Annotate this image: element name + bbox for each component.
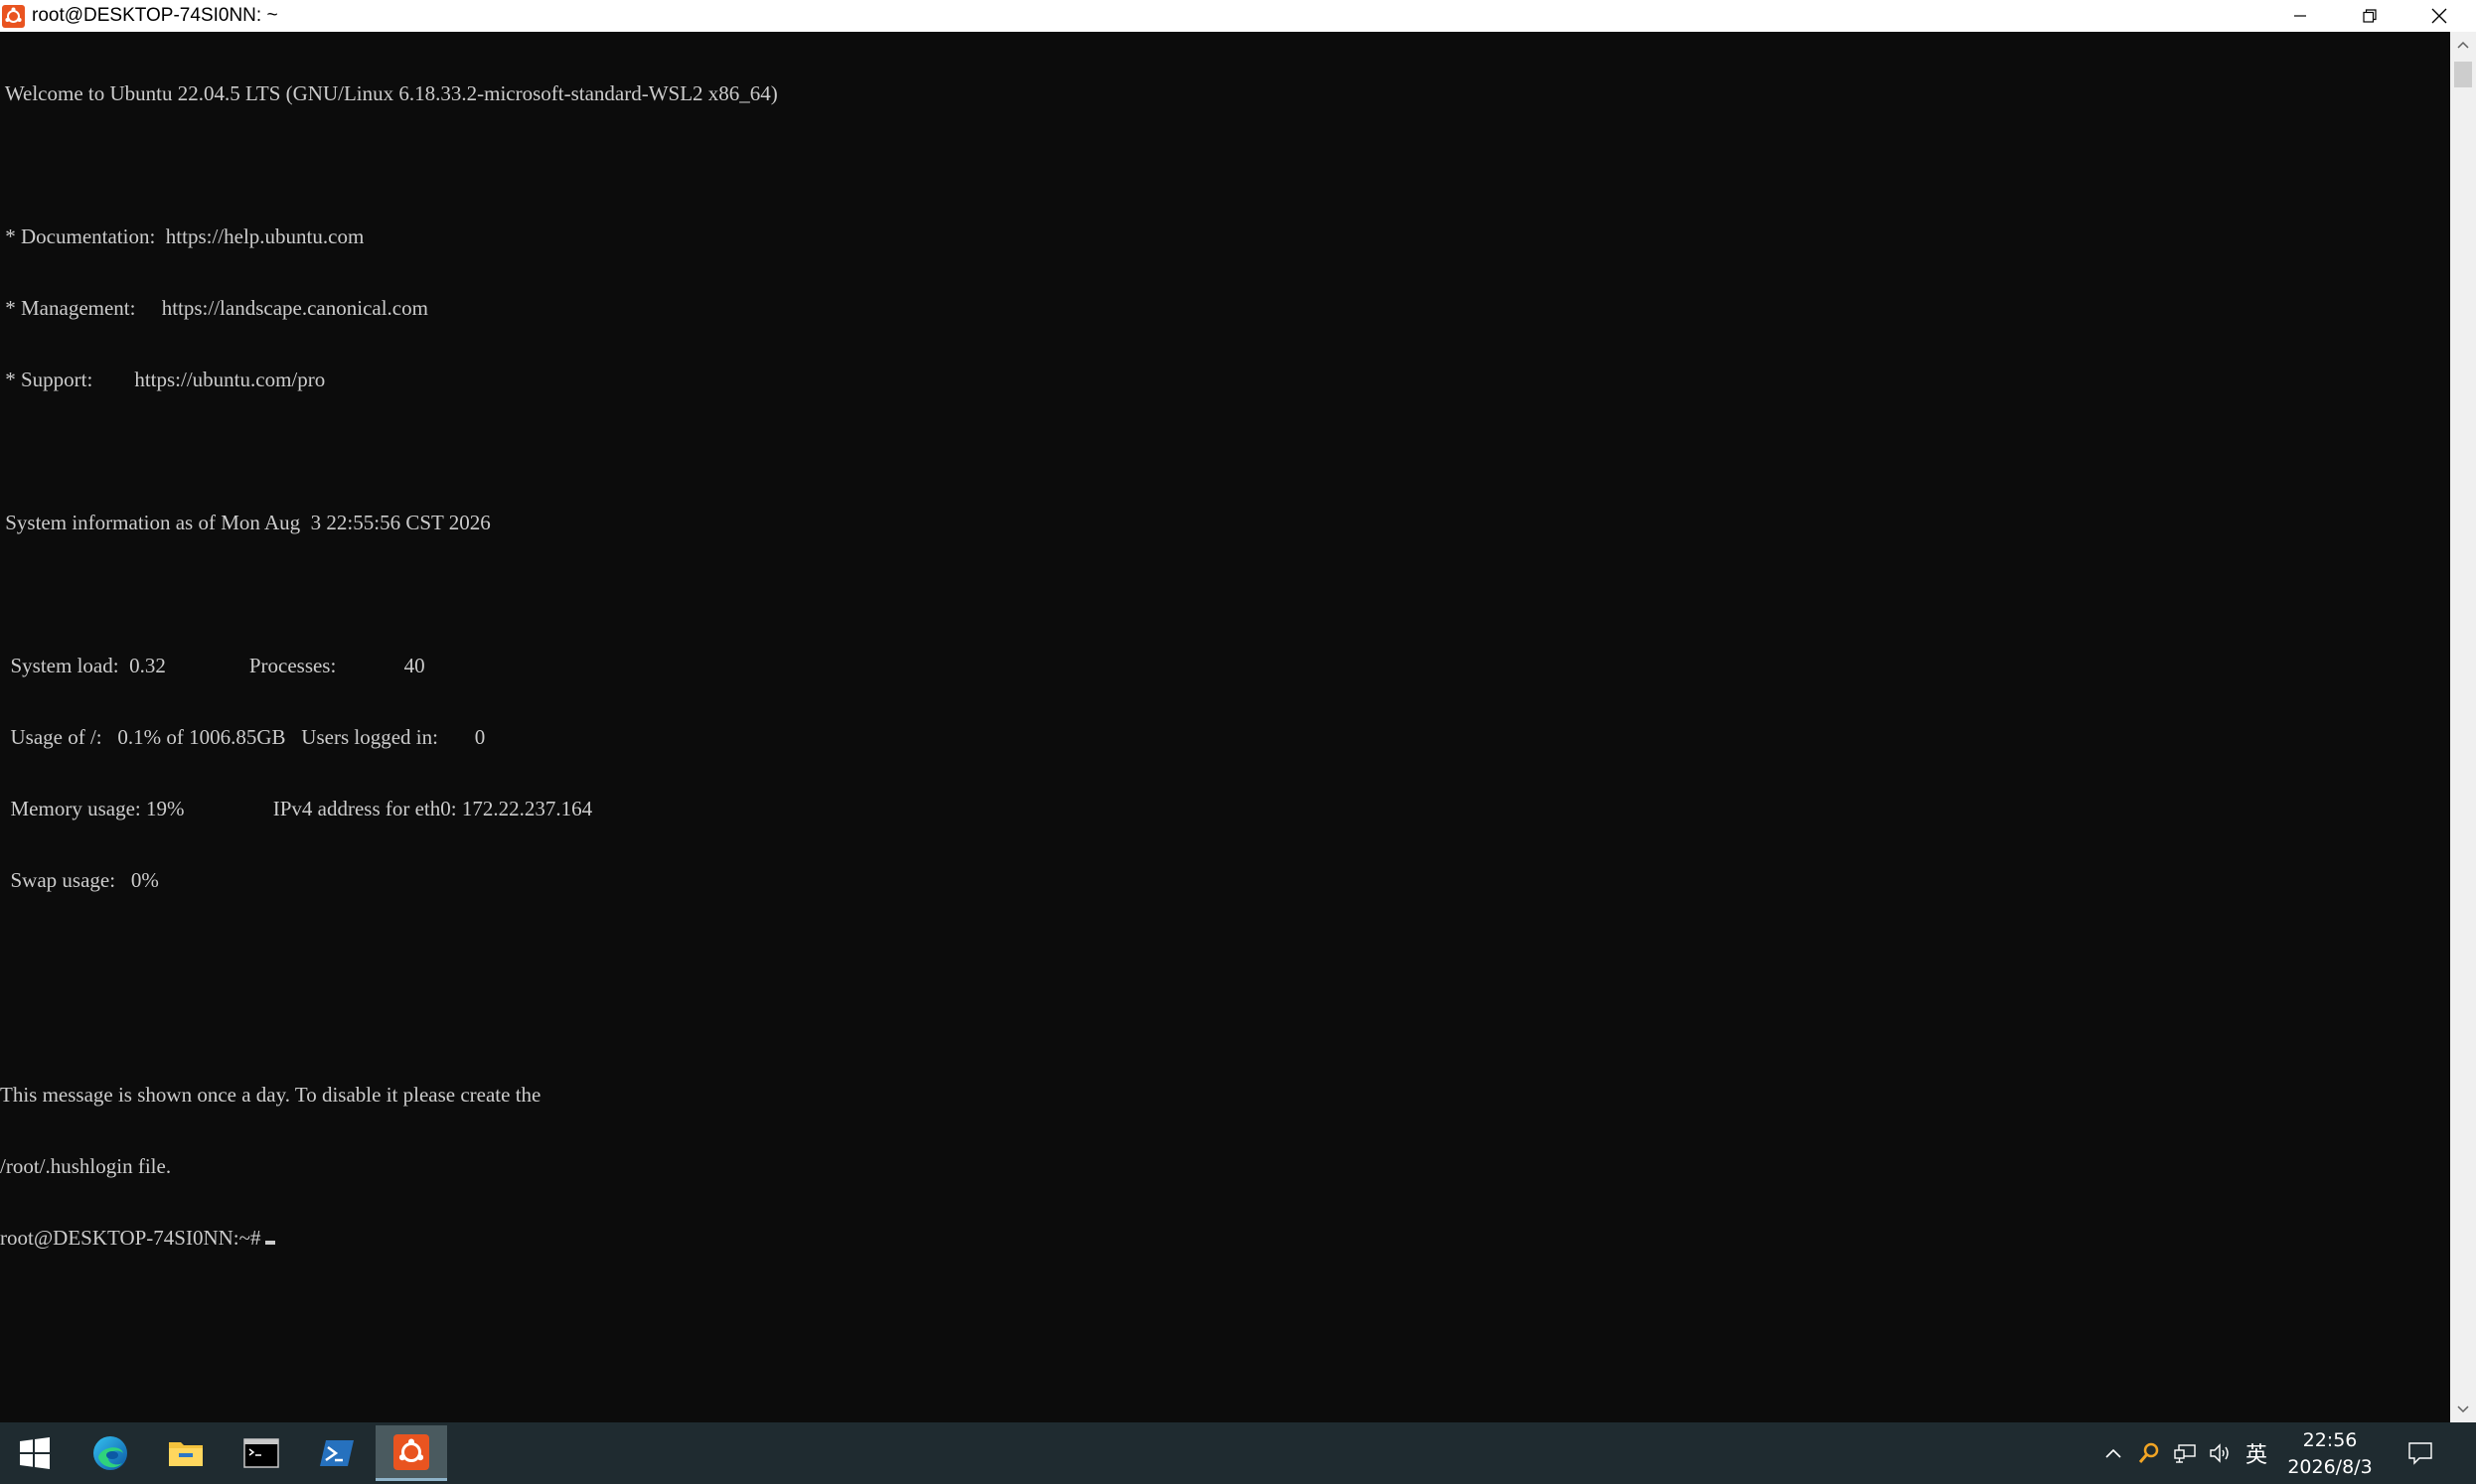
taskbar-powershell[interactable]	[302, 1425, 372, 1481]
scroll-down-button[interactable]	[2450, 1397, 2476, 1422]
edge-icon	[93, 1436, 127, 1470]
input-method-indicator[interactable]: 英	[2242, 1438, 2271, 1468]
taskbar-edge[interactable]	[76, 1425, 145, 1481]
network-icon	[2174, 1444, 2196, 1463]
terminal-line: * Support: https://ubuntu.com/pro	[0, 368, 326, 391]
magnifier-icon	[2138, 1442, 2159, 1463]
shell-prompt: root@DESKTOP-74SI0NN:~#	[0, 1226, 261, 1250]
terminal-line: Welcome to Ubuntu 22.04.5 LTS (GNU/Linux…	[0, 81, 778, 105]
window-title: root@DESKTOP-74SI0NN: ~	[32, 5, 278, 26]
chevron-up-icon	[2457, 41, 2469, 49]
start-button[interactable]	[0, 1425, 70, 1481]
command-prompt-icon	[243, 1438, 279, 1468]
action-center-button[interactable]	[2402, 1436, 2438, 1470]
clock-date: 2026/8/3	[2287, 1456, 2373, 1478]
terminal-line: /root/.hushlogin file.	[0, 1154, 172, 1178]
prompt-line[interactable]: root@DESKTOP-74SI0NN:~#	[0, 1226, 778, 1250]
terminal-line: Memory usage: 19% IPv4 address for eth0:…	[0, 797, 593, 820]
taskbar-clock[interactable]: 22:56 2026/8/3	[2275, 1427, 2385, 1481]
scroll-up-button[interactable]	[2450, 32, 2476, 58]
volume-button[interactable]	[2206, 1438, 2236, 1468]
minimize-icon	[2294, 15, 2306, 17]
terminal-line: * Documentation: https://help.ubuntu.com	[0, 224, 365, 248]
file-explorer-icon	[169, 1442, 203, 1466]
show-hidden-icons-button[interactable]	[2098, 1438, 2128, 1468]
notification-icon	[2408, 1442, 2432, 1465]
taskbar-command-prompt[interactable]	[227, 1425, 296, 1481]
ubuntu-icon[interactable]	[2, 5, 25, 28]
terminal-text-block: Welcome to Ubuntu 22.04.5 LTS (GNU/Linux…	[0, 34, 778, 1297]
tray-search-app[interactable]	[2134, 1438, 2164, 1468]
chevron-down-icon	[2457, 1406, 2469, 1413]
chevron-up-icon	[2105, 1448, 2121, 1458]
start-icon	[20, 1437, 50, 1469]
terminal-line: ​	[0, 940, 778, 964]
powershell-icon	[320, 1440, 354, 1466]
terminal-line: ​	[0, 439, 778, 463]
network-button[interactable]	[2170, 1438, 2200, 1468]
scroll-thumb[interactable]	[2454, 62, 2472, 87]
restore-button[interactable]	[2335, 0, 2404, 32]
clock-time: 22:56	[2302, 1429, 2358, 1451]
terminal-line: ​	[0, 153, 778, 177]
speaker-icon	[2210, 1443, 2229, 1463]
ubuntu-icon	[393, 1433, 429, 1470]
terminal-output[interactable]: Welcome to Ubuntu 22.04.5 LTS (GNU/Linux…	[0, 32, 2450, 1422]
terminal-line: System information as of Mon Aug 3 22:55…	[0, 511, 491, 534]
window-title-bar[interactable]: root@DESKTOP-74SI0NN: ~	[0, 0, 2476, 32]
close-button[interactable]	[2404, 0, 2474, 32]
restore-icon	[2363, 9, 2377, 23]
terminal-line: * Management: https://landscape.canonica…	[0, 296, 428, 320]
terminal-line: This message is shown once a day. To dis…	[0, 1083, 542, 1107]
terminal-line: Usage of /: 0.1% of 1006.85GB Users logg…	[0, 725, 486, 749]
close-icon	[2431, 8, 2447, 24]
vertical-scrollbar[interactable]	[2450, 32, 2476, 1422]
terminal-line: System load: 0.32 Processes: 40	[0, 654, 425, 677]
terminal-line: ​	[0, 1011, 778, 1035]
terminal-line: ​	[0, 582, 778, 606]
taskbar: 英 22:56 2026/8/3	[0, 1422, 2476, 1484]
taskbar-file-explorer[interactable]	[151, 1425, 221, 1481]
terminal-line: Swap usage: 0%	[0, 868, 159, 892]
text-cursor	[264, 1241, 275, 1245]
taskbar-ubuntu[interactable]	[376, 1425, 447, 1481]
minimize-button[interactable]	[2265, 0, 2335, 32]
